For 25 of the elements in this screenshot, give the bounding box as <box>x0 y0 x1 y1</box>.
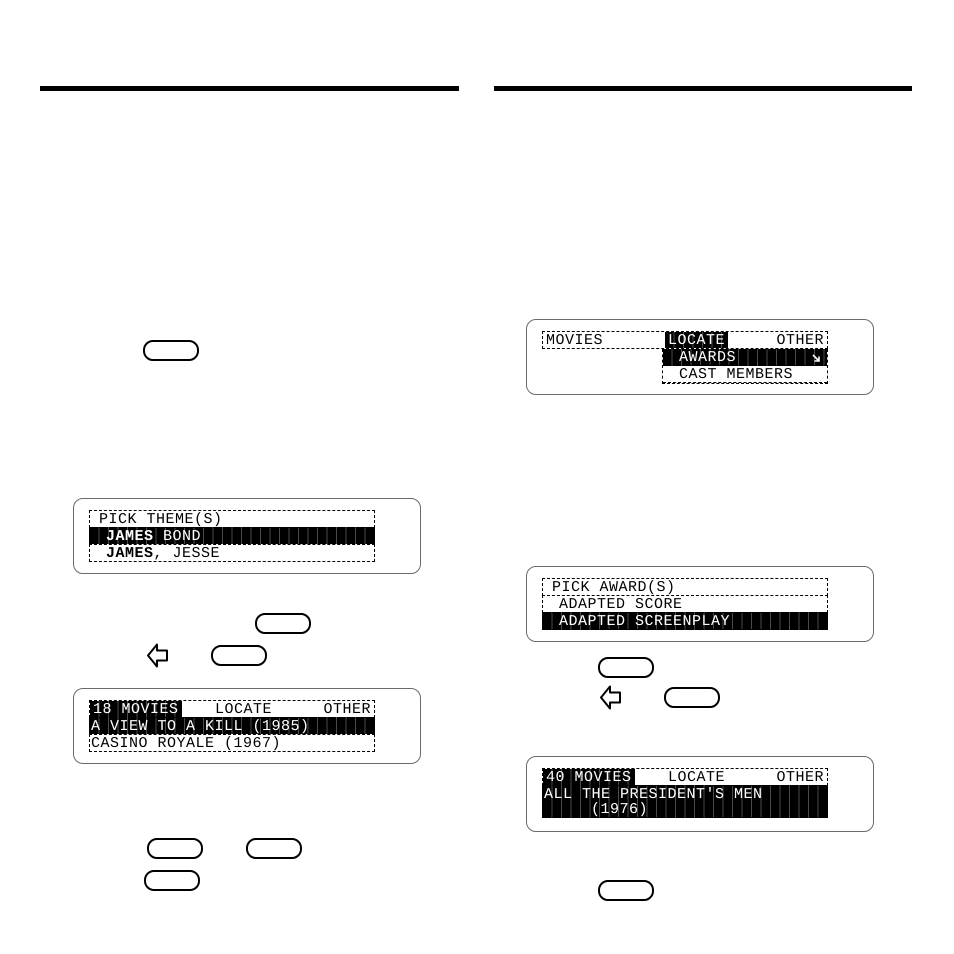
menu-tab[interactable]: 40 MOVIES <box>543 769 635 785</box>
list-option[interactable]: JAMES, JESSE <box>89 544 375 562</box>
blank-key-icon <box>144 870 200 891</box>
blank-key-icon <box>598 880 654 901</box>
blank-key-icon <box>246 838 302 859</box>
menu-tab[interactable]: LOCATE <box>665 332 728 348</box>
left-arrow-icon <box>600 685 621 710</box>
movie-entry[interactable]: ALL THE PRESIDENT'S MEN (1976) <box>542 785 828 818</box>
menu-item[interactable]: AWARDS <box>663 349 827 366</box>
movie-entry[interactable]: CASINO ROYALE (1967) <box>89 734 375 752</box>
blank-key-icon <box>598 657 654 678</box>
blank-key-icon <box>211 645 267 666</box>
blank-key-icon <box>255 613 311 634</box>
menu-item[interactable]: CAST MEMBERS <box>663 366 827 383</box>
blank-key-icon <box>143 340 199 361</box>
blank-key-icon <box>664 687 720 708</box>
left-arrow-icon <box>147 643 168 668</box>
screen-heading: PICK THEME(S) <box>89 510 375 528</box>
list-option[interactable]: ADAPTED SCREENPLAY <box>542 612 828 630</box>
blank-key-icon <box>147 838 203 859</box>
list-option[interactable]: JAMES BOND <box>89 527 375 545</box>
screen-heading: PICK AWARD(S) <box>542 578 828 596</box>
list-option[interactable]: ADAPTED SCORE <box>542 595 828 613</box>
movie-entry[interactable]: A VIEW TO A KILL (1985) <box>89 717 375 735</box>
menu-tab[interactable]: 18 MOVIES <box>90 701 182 717</box>
